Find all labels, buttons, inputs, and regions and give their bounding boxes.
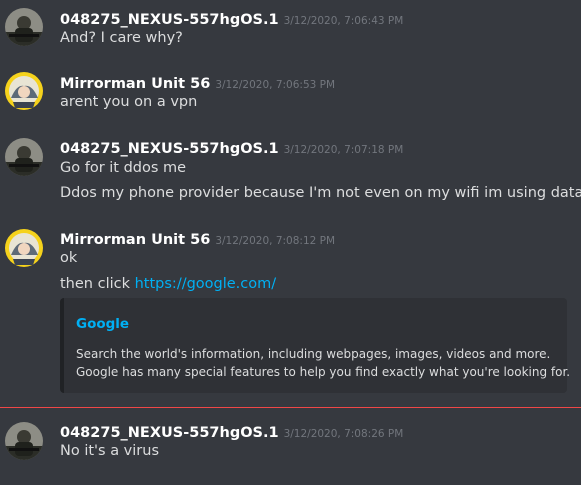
embed-description-line: Google has many special features to help…	[76, 365, 571, 379]
anime-avatar[interactable]	[5, 229, 43, 267]
author-name[interactable]: 048275_NEXUS-557hgOS.1	[60, 12, 279, 28]
anime-avatar[interactable]	[5, 72, 43, 110]
soldier-avatar[interactable]	[5, 8, 43, 46]
message-text: ok	[60, 250, 78, 266]
author-name[interactable]: Mirrorman Unit 56	[60, 232, 210, 248]
timestamp: 3/12/2020, 7:06:53 PM	[215, 79, 336, 91]
embed-title[interactable]: Google	[76, 316, 129, 332]
link-prefix: then click	[60, 276, 135, 292]
timestamp: 3/12/2020, 7:07:18 PM	[283, 144, 404, 156]
message-text: And? I care why?	[60, 30, 183, 46]
google-link[interactable]: https://google.com/	[135, 276, 277, 292]
timestamp: 3/12/2020, 7:08:12 PM	[215, 235, 336, 247]
author-name[interactable]: 048275_NEXUS-557hgOS.1	[60, 141, 279, 157]
author-name[interactable]: Mirrorman Unit 56	[60, 76, 210, 92]
embed-description-line: Search the world's information, includin…	[76, 347, 551, 361]
embed-description: Search the world's information, includin…	[76, 345, 570, 381]
new-messages-divider	[0, 407, 581, 408]
soldier-avatar[interactable]	[5, 422, 43, 460]
message-text: then click https://google.com/	[60, 276, 276, 292]
soldier-avatar[interactable]	[5, 138, 43, 176]
timestamp: 3/12/2020, 7:06:43 PM	[283, 15, 404, 27]
author-name[interactable]: 048275_NEXUS-557hgOS.1	[60, 425, 279, 441]
link-embed: Google Search the world's information, i…	[60, 298, 570, 393]
message-text: Go for it ddos me	[60, 160, 187, 176]
message-text: Ddos my phone provider because I'm not e…	[60, 185, 581, 201]
message-text: arent you on a vpn	[60, 94, 198, 110]
message-text: No it's a virus	[60, 443, 160, 459]
timestamp: 3/12/2020, 7:08:26 PM	[283, 428, 404, 440]
